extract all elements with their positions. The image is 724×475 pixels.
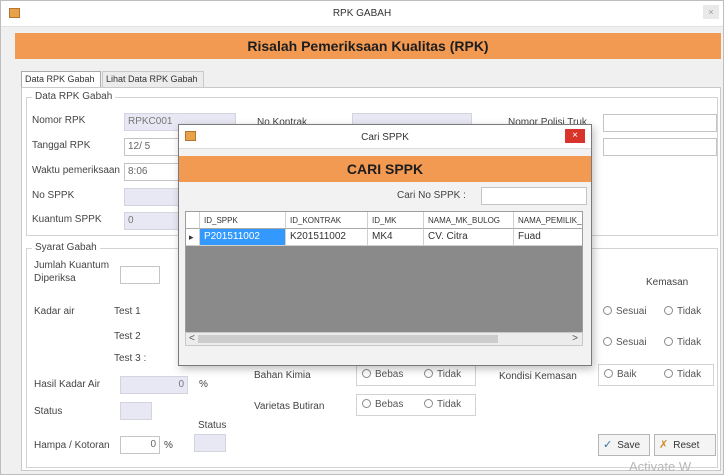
grid-cell-id-sppk[interactable]: P201511002: [200, 229, 286, 246]
save-button-label: Save: [617, 440, 641, 451]
cari-no-sppk-label: Cari No SPPK :: [397, 190, 466, 201]
test1-label: Test 1: [114, 306, 141, 317]
dialog-close-button[interactable]: ×: [565, 129, 585, 143]
tab-lihat-data-rpk-gabah[interactable]: Lihat Data RPK Gabah: [102, 71, 204, 87]
syarat-gabah-group-title: Syarat Gabah: [32, 242, 100, 253]
bahan-kimia-tidak-radio[interactable]: Tidak: [424, 369, 461, 380]
radio-label: Sesuai: [616, 337, 647, 348]
reset-icon: ✗: [659, 439, 669, 451]
jumlah-kuantum-label: Jumlah Kuantum: [34, 260, 110, 271]
scroll-right-icon[interactable]: >: [572, 333, 578, 344]
status-label: Status: [34, 406, 63, 417]
status-label-2: Status: [198, 420, 227, 431]
save-button[interactable]: ✓ Save: [598, 434, 650, 456]
test3-label: Test 3 :: [114, 353, 147, 364]
cari-no-sppk-input[interactable]: [481, 187, 587, 205]
radio-icon: [424, 369, 433, 378]
tanggal-rpk-label: Tanggal RPK: [32, 140, 91, 151]
varietas-bebas-radio[interactable]: Bebas: [362, 399, 403, 410]
nomor-polisi-field[interactable]: [603, 114, 717, 132]
hasil-kadar-air-label: Hasil Kadar Air: [34, 379, 101, 390]
hampa-percent-label: %: [164, 440, 173, 451]
data-rpk-group-title: Data RPK Gabah: [32, 91, 116, 102]
varietas-butiran-label: Varietas Butiran: [254, 401, 325, 412]
radio-icon: [604, 369, 613, 378]
dialog-title: Cari SPPK: [361, 132, 409, 143]
no-sppk-label: No SPPK: [32, 190, 75, 201]
kemasan-sesuai-radio-2[interactable]: Sesuai: [603, 337, 647, 348]
varietas-tidak-radio[interactable]: Tidak: [424, 399, 461, 410]
grid-header-id-kontrak[interactable]: ID_KONTRAK: [286, 212, 368, 229]
kondisi-kemasan-label: Kondisi Kemasan: [499, 371, 577, 382]
status-field[interactable]: [120, 402, 152, 420]
title-bar: RPK GABAH ×: [1, 1, 723, 27]
kadar-air-label: Kadar air: [34, 306, 75, 317]
radio-label: Tidak: [677, 306, 702, 317]
hasil-kadar-air-field[interactable]: 0: [120, 376, 188, 394]
radio-label: Tidak: [437, 369, 462, 380]
radio-icon: [664, 369, 673, 378]
scroll-left-icon[interactable]: <: [189, 333, 195, 344]
window-close-button[interactable]: ×: [703, 5, 719, 19]
page-title: Risalah Pemeriksaan Kualitas (RPK): [15, 33, 721, 59]
radio-label: Tidak: [437, 399, 462, 410]
jumlah-kuantum-field[interactable]: [120, 266, 160, 284]
waktu-pemeriksaan-label: Waktu pemeriksaan: [32, 165, 120, 176]
cari-sppk-dialog: Cari SPPK × CARI SPPK Cari No SPPK : ID_…: [178, 124, 592, 366]
radio-label: Bebas: [375, 369, 404, 380]
hasil-percent-label: %: [199, 379, 208, 390]
tab-data-rpk-gabah[interactable]: Data RPK Gabah: [21, 71, 101, 87]
radio-label: Tidak: [677, 369, 702, 380]
scroll-thumb[interactable]: [198, 335, 498, 343]
kemasan-sesuai-radio-1[interactable]: Sesuai: [603, 306, 647, 317]
radio-icon: [664, 337, 673, 346]
kondisi-kemasan-tidak-radio[interactable]: Tidak: [664, 369, 701, 380]
window-title: RPK GABAH: [332, 8, 392, 19]
extra-field[interactable]: [603, 138, 717, 156]
reset-button[interactable]: ✗ Reset: [654, 434, 716, 456]
dialog-banner: CARI SPPK: [179, 156, 591, 182]
grid-header-id-mk[interactable]: ID_MK: [368, 212, 424, 229]
test2-label: Test 2: [114, 331, 141, 342]
kondisi-kemasan-baik-radio[interactable]: Baik: [604, 369, 636, 380]
grid-cell-nama-mk-bulog[interactable]: CV. Citra: [424, 229, 514, 246]
radio-icon: [362, 369, 371, 378]
diperiksa-label: Diperiksa: [34, 273, 76, 284]
radio-icon: [664, 306, 673, 315]
grid-cell-nama-pemilik[interactable]: Fuad: [514, 229, 582, 246]
hampa-status-field[interactable]: [194, 434, 226, 452]
grid-header-nama-pemilik[interactable]: NAMA_PEMILIK_: [514, 212, 582, 229]
grid-header-nama-mk-bulog[interactable]: NAMA_MK_BULOG: [424, 212, 514, 229]
sppk-grid: ID_SPPK ID_KONTRAK ID_MK NAMA_MK_BULOG N…: [185, 211, 583, 343]
grid-cell-id-kontrak[interactable]: K201511002: [286, 229, 368, 246]
radio-label: Baik: [617, 369, 637, 380]
radio-label: Bebas: [375, 399, 404, 410]
grid-cell-id-mk[interactable]: MK4: [368, 229, 424, 246]
reset-button-label: Reset: [673, 440, 700, 451]
radio-label: Sesuai: [616, 306, 647, 317]
grid-horizontal-scrollbar[interactable]: < >: [185, 332, 583, 346]
activation-watermark: Activate W: [629, 459, 692, 474]
hampa-kotoran-label: Hampa / Kotoran: [34, 440, 110, 451]
radio-icon: [603, 337, 612, 346]
dialog-title-bar: Cari SPPK ×: [179, 125, 591, 149]
nomor-rpk-label: Nomor RPK: [32, 115, 86, 126]
bahan-kimia-bebas-radio[interactable]: Bebas: [362, 369, 403, 380]
radio-icon: [603, 306, 612, 315]
radio-icon: [424, 399, 433, 408]
kuantum-sppk-label: Kuantum SPPK: [32, 214, 102, 225]
save-icon: ✓: [603, 439, 613, 451]
bahan-kimia-label: Bahan Kimia: [254, 370, 311, 381]
grid-corner: [186, 212, 200, 229]
radio-icon: [362, 399, 371, 408]
hampa-kotoran-field[interactable]: 0: [120, 436, 160, 454]
kemasan-tidak-radio-1[interactable]: Tidak: [664, 306, 701, 317]
radio-label: Tidak: [677, 337, 702, 348]
row-selector-icon[interactable]: ▸: [186, 229, 200, 246]
kemasan-label: Kemasan: [646, 277, 689, 288]
kemasan-tidak-radio-2[interactable]: Tidak: [664, 337, 701, 348]
grid-header-id-sppk[interactable]: ID_SPPK: [200, 212, 286, 229]
